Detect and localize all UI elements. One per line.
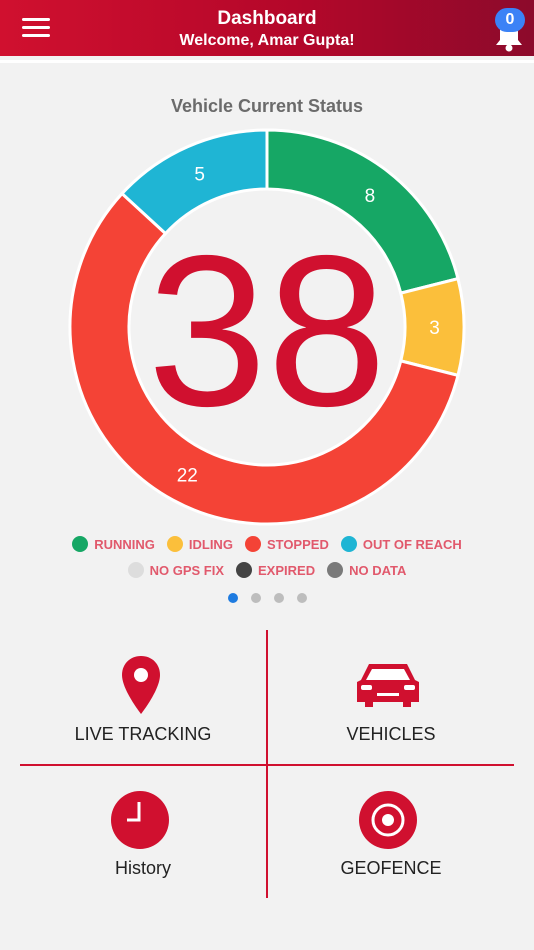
legend-swatch bbox=[244, 536, 261, 552]
donut-label-running: 8 bbox=[365, 186, 376, 207]
legend-label: NO DATA bbox=[349, 562, 407, 578]
legend-item-idling: IDLING bbox=[166, 536, 233, 552]
vehicles-tile[interactable]: VEHICLES bbox=[268, 632, 514, 764]
car-icon bbox=[357, 664, 419, 707]
target-icon bbox=[359, 791, 417, 849]
vehicle-status-donut: 8 3 22 5 38 bbox=[68, 128, 466, 526]
app-header: Dashboard Welcome, Amar Gupta! 0 bbox=[0, 0, 534, 56]
location-pin-icon bbox=[122, 656, 160, 714]
legend-label: NO GPS FIX bbox=[149, 562, 225, 578]
legend-item-out-of-reach: OUT OF REACH bbox=[340, 536, 462, 552]
legend-item-running: RUNNING bbox=[72, 536, 155, 552]
page-dot-2[interactable] bbox=[250, 593, 261, 603]
vehicles-label: VEHICLES bbox=[346, 724, 436, 744]
legend-swatch bbox=[127, 562, 144, 578]
donut-label-out-of-reach: 5 bbox=[194, 165, 205, 186]
live-tracking-label: LIVE TRACKING bbox=[74, 724, 212, 744]
donut-label-idling: 3 bbox=[429, 318, 440, 339]
legend-item-no-data: NO DATA bbox=[327, 562, 406, 578]
page-dot-4[interactable] bbox=[296, 593, 307, 603]
total-vehicles-count: 38 bbox=[147, 210, 386, 451]
page-dot-3[interactable] bbox=[273, 593, 284, 603]
legend-item-expired: EXPIRED bbox=[236, 562, 315, 578]
page-dot-1[interactable] bbox=[227, 593, 238, 603]
legend-label: IDLING bbox=[188, 536, 233, 552]
welcome-text: Welcome, Amar Gupta! bbox=[179, 32, 355, 49]
page-indicator bbox=[0, 593, 534, 603]
legend-label: EXPIRED bbox=[258, 562, 316, 578]
geofence-tile[interactable]: GEOFENCE bbox=[268, 766, 514, 898]
legend-label: STOPPED bbox=[266, 536, 329, 552]
legend-swatch bbox=[340, 536, 357, 552]
clock-icon bbox=[111, 791, 169, 849]
legend-item-no-gps-fix: NO GPS FIX bbox=[127, 562, 225, 578]
legend-label: RUNNING bbox=[94, 536, 155, 552]
header-divider bbox=[0, 60, 534, 63]
history-label: History bbox=[114, 858, 171, 878]
history-tile[interactable]: History bbox=[20, 766, 266, 898]
legend-label: OUT OF REACH bbox=[362, 536, 462, 552]
live-tracking-tile[interactable]: LIVE TRACKING bbox=[20, 632, 266, 764]
legend-swatch bbox=[327, 562, 344, 578]
legend-item-stopped: STOPPED bbox=[244, 536, 329, 552]
legend-swatch bbox=[236, 562, 253, 578]
notification-badge[interactable]: 0 bbox=[495, 8, 525, 32]
legend-swatch bbox=[72, 536, 89, 552]
legend-swatch bbox=[166, 536, 183, 552]
geofence-label: GEOFENCE bbox=[340, 858, 442, 878]
page-title: Dashboard bbox=[217, 8, 317, 29]
chart-title: Vehicle Current Status bbox=[170, 96, 364, 116]
donut-label-stopped: 22 bbox=[177, 465, 198, 486]
